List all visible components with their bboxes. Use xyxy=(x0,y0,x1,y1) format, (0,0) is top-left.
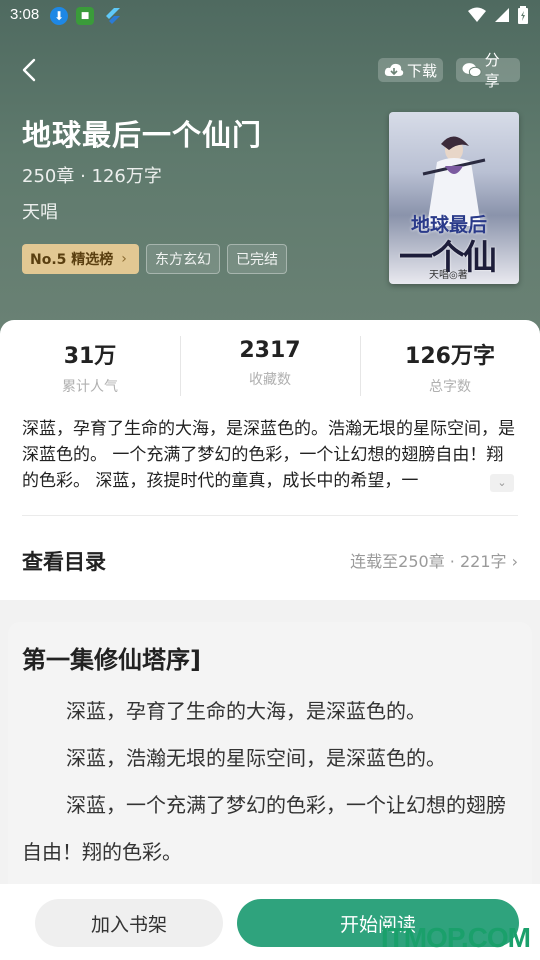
book-tags: No.5 精选榜 › 东方玄幻 已完结 xyxy=(22,244,287,274)
chapter-title: 第一集修仙塔序] xyxy=(22,646,201,674)
chapter-paragraph: 深蓝，一个充满了梦幻的色彩，一个让幻想的翅膀自由！翔的色彩。 xyxy=(22,793,506,864)
expand-description-icon[interactable]: ⌄ xyxy=(490,474,514,492)
stat-value: 31万 xyxy=(63,344,117,369)
book-title: 地球最后一个仙门 xyxy=(22,118,263,152)
chapter-paragraph: 深蓝，孕育了生命的大海，是深蓝色的。 xyxy=(66,699,426,723)
back-icon[interactable] xyxy=(16,56,44,84)
status-tag: 已完结 xyxy=(227,244,287,274)
toc-info[interactable]: 连载至250章 · 221字 › xyxy=(350,548,518,572)
stat-label: 收藏数 xyxy=(249,372,291,388)
book-author[interactable]: 天唱 xyxy=(22,198,58,224)
status-right xyxy=(468,6,528,24)
chapter-paragraph: 深蓝，浩瀚无垠的星际空间，是深蓝色的。 xyxy=(66,746,446,770)
status-time: 3:08 xyxy=(10,6,40,23)
book-header: 3:08 ⬇ ■ 下载 分享 地球最后一个仙门 250章 · 126万字 天唱 … xyxy=(0,0,540,350)
book-info-card: 31万 累计人气 2317 收藏数 126万字 总字数 深蓝，孕育了生命的大海，… xyxy=(0,320,540,600)
book-meta: 250章 · 126万字 xyxy=(22,166,162,187)
download-label: 下载 xyxy=(407,61,438,80)
toc-info-text: 连载至250章 · 221字 xyxy=(350,552,507,571)
stat-favorites: 2317 收藏数 xyxy=(180,334,360,398)
add-to-shelf-button[interactable]: 加入书架 xyxy=(35,899,223,947)
stat-label: 总字数 xyxy=(429,379,471,395)
stat-value: 2317 xyxy=(239,338,301,363)
chevron-right-icon: › xyxy=(511,552,518,571)
chevron-right-icon: › xyxy=(121,251,127,267)
cloud-download-icon xyxy=(384,63,404,76)
wifi-icon xyxy=(468,7,486,22)
chapter-preview[interactable]: 第一集修仙塔序] 深蓝，孕育了生命的大海，是深蓝色的。 深蓝，浩瀚无垠的星际空间… xyxy=(8,622,532,922)
book-description[interactable]: 深蓝，孕育了生命的大海，是深蓝色的。浩瀚无垠的星际空间，是深蓝色的。 一个充满了… xyxy=(22,416,518,494)
rank-tag-label: No.5 精选榜 xyxy=(30,252,114,268)
download-notification-icon: ⬇ xyxy=(50,7,68,25)
battery-icon xyxy=(518,6,528,24)
app-notification-icon: ■ xyxy=(76,7,94,25)
site-watermark: ITMOP.COM xyxy=(380,922,531,953)
status-bar: 3:08 ⬇ ■ xyxy=(0,0,540,32)
flutter-notification-icon xyxy=(104,7,122,25)
wechat-icon xyxy=(462,63,482,78)
stat-value: 126万字 xyxy=(405,344,495,369)
stat-label: 累计人气 xyxy=(62,379,118,395)
genre-tag[interactable]: 东方玄幻 xyxy=(146,244,220,274)
stat-popularity: 31万 累计人气 xyxy=(0,334,180,398)
share-label: 分享 xyxy=(484,51,500,90)
divider xyxy=(22,515,518,516)
cover-author: 天唱◎著 xyxy=(429,270,468,281)
share-button[interactable]: 分享 xyxy=(456,51,520,90)
stats-row: 31万 累计人气 2317 收藏数 126万字 总字数 xyxy=(0,334,540,398)
rank-tag[interactable]: No.5 精选榜 › xyxy=(22,244,139,274)
stat-word-count: 126万字 总字数 xyxy=(360,334,540,398)
book-cover: 地球最后 一个仙门 天唱◎著 xyxy=(389,112,519,284)
cellular-icon xyxy=(495,8,509,22)
download-button[interactable]: 下载 xyxy=(378,58,443,82)
table-of-contents-link[interactable]: 查看目录 xyxy=(22,546,106,576)
